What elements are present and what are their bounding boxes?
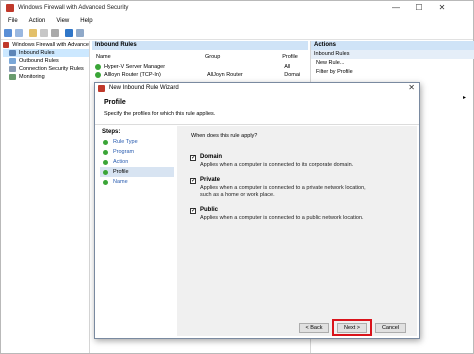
step-action[interactable]: Action [100,157,174,167]
step-bullet-icon [103,159,108,165]
back-button[interactable]: < Back [299,323,329,333]
domain-checkbox[interactable]: ✓ [190,155,196,161]
actions-header: Actions [311,41,474,50]
step-label: Rule Type [113,139,138,145]
step-label: Profile [113,169,129,175]
table-row[interactable]: Hyper-V Server Manager All [92,63,308,71]
public-description: Applies when a computer is connected to … [200,215,364,221]
menu-view[interactable]: View [56,18,69,24]
public-label[interactable]: Public [200,207,218,213]
rule-name: Allloyn Router (TCP-In) [103,72,161,78]
title-bar: Windows Firewall with Advanced Security … [1,1,473,15]
action-label: New Rule... [316,60,345,66]
rule-apply-question: When does this rule apply? [191,133,258,139]
toolbar [1,27,473,40]
tree-item-outbound-rules[interactable]: Outbound Rules [3,57,89,65]
step-bullet-icon [103,179,108,185]
new-inbound-rule-wizard: New Inbound Rule Wizard ✕ Profile Specif… [94,82,420,339]
page-subtitle: Specify the profiles for which this rule… [104,111,216,117]
back-arrow-icon[interactable] [4,29,12,37]
firewall-app-icon [6,4,14,12]
private-checkbox[interactable]: ✓ [190,178,196,184]
step-bullet-icon [103,139,108,145]
center-pane-header: Inbound Rules [92,41,308,50]
forward-arrow-icon[interactable] [15,29,23,37]
dialog-title-bar: New Inbound Rule Wizard ✕ [95,83,419,94]
export-icon[interactable] [51,29,59,37]
public-checkbox[interactable]: ✓ [190,208,196,214]
column-profile[interactable]: Profile [282,54,308,60]
properties-icon[interactable] [40,29,48,37]
enabled-check-icon [95,72,101,78]
menu-action[interactable]: Action [29,18,46,24]
private-label[interactable]: Private [200,177,220,183]
next-button[interactable]: Next > [337,323,367,333]
table-row[interactable]: Allloyn Router (TCP-In) AllJoyn Router D… [92,71,308,79]
firewall-icon [3,42,10,48]
monitoring-icon [9,74,16,80]
chevron-right-icon[interactable]: ▸ [463,94,466,101]
domain-description: Applies when a computer is connected to … [200,162,354,168]
steps-panel: Steps: Rule Type Program Action Profile … [100,126,174,336]
rule-profile: Domai [284,72,301,78]
page-title: Profile [104,99,126,106]
rule-group: AllJoyn Router [206,72,243,78]
outbound-rules-icon [9,58,16,64]
tree-item-label: Monitoring [19,74,45,80]
action-new-rule[interactable]: New Rule... [311,59,474,68]
step-program[interactable]: Program [100,147,174,157]
action-label: Filter by Profile [316,69,353,75]
dialog-title: New Inbound Rule Wizard [109,85,179,91]
cancel-button[interactable]: Cancel [375,323,406,333]
menu-help[interactable]: Help [80,18,92,24]
inbound-rules-icon [9,50,16,56]
step-bullet-icon [103,149,108,155]
menu-file[interactable]: File [8,18,18,24]
maximize-button[interactable]: ☐ [408,1,430,15]
firewall-icon [98,85,105,92]
connection-security-icon [9,66,16,72]
step-name[interactable]: Name [100,177,174,187]
tree-item-label: Inbound Rules [19,50,55,56]
tree-item-monitoring[interactable]: Monitoring [3,73,89,81]
rule-name: Hyper-V Server Manager [103,64,166,70]
domain-label[interactable]: Domain [200,154,222,160]
column-group[interactable]: Group [205,54,282,60]
step-label: Program [113,149,135,155]
menu-bar: File Action View Help [1,16,473,26]
step-profile[interactable]: Profile [100,167,174,177]
dialog-header: Profile Specify the profiles for which t… [95,94,419,125]
close-button[interactable]: ✕ [431,1,453,15]
tree-item-label: Connection Security Rules [19,66,84,72]
step-rule-type[interactable]: Rule Type [100,137,174,147]
rules-list: Hyper-V Server Manager All Allloyn Route… [92,63,308,79]
navigation-tree: Windows Firewall with Advance Inbound Ru… [3,41,90,353]
tree-root[interactable]: Windows Firewall with Advance [3,41,89,49]
list-column-headers: Name Group Profile [92,52,308,62]
wizard-content: When does this rule apply? ✓ Domain Appl… [177,126,417,336]
show-hide-pane-icon[interactable] [76,29,84,37]
enabled-check-icon [95,64,101,70]
private-description: Applies when a computer is connected to … [200,185,366,198]
action-filter-profile[interactable]: Filter by Profile [311,68,474,77]
tree-item-label: Outbound Rules [19,58,59,64]
help-icon[interactable] [65,29,73,37]
window-title: Windows Firewall with Advanced Security [18,5,129,11]
column-name[interactable]: Name [92,54,205,60]
folder-icon[interactable] [29,29,37,37]
step-label: Action [113,159,129,165]
step-label: Name [113,179,128,185]
rule-profile: All [284,64,291,70]
dialog-close-button[interactable]: ✕ [408,83,415,92]
step-bullet-icon [103,169,108,175]
steps-label: Steps: [102,129,121,135]
tree-root-label: Windows Firewall with Advance [12,42,89,48]
actions-section-inbound[interactable]: Inbound Rules [311,50,474,59]
minimize-button[interactable]: — [385,1,407,15]
tree-item-connection-security[interactable]: Connection Security Rules [3,65,89,73]
tree-item-inbound-rules[interactable]: Inbound Rules [3,49,89,57]
